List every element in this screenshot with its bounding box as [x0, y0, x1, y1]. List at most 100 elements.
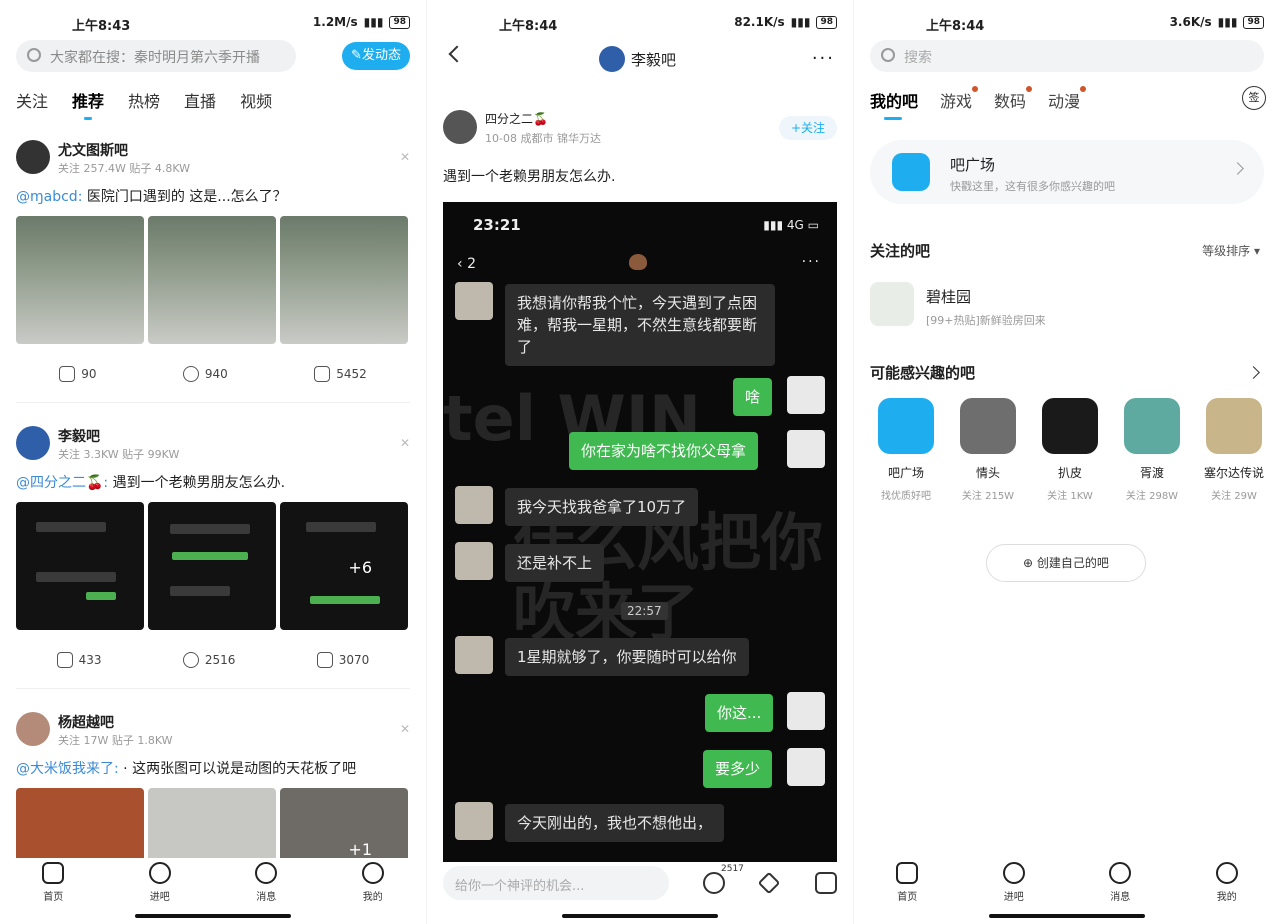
recommended-forum[interactable]: 情头 关注 215W: [952, 398, 1024, 502]
comment-button[interactable]: 2516: [182, 652, 235, 668]
tab-recommend[interactable]: 推荐: [72, 88, 104, 120]
tab-anime[interactable]: 动漫: [1048, 86, 1087, 112]
signal-icon: ▮▮▮: [790, 15, 811, 29]
tab-video[interactable]: 视频: [240, 88, 272, 112]
nav-home[interactable]: 首页: [877, 862, 937, 908]
post-image[interactable]: [16, 216, 144, 344]
nav-forums[interactable]: 进吧: [130, 862, 190, 908]
nav-me[interactable]: 我的: [343, 862, 403, 908]
mention[interactable]: @大米饭我来了:: [16, 761, 119, 777]
like-count: 3070: [338, 653, 370, 667]
post-image[interactable]: +1: [280, 788, 408, 858]
create-forum-button[interactable]: ⊕ 创建自己的吧: [986, 544, 1146, 582]
post-text[interactable]: 医院门口遇到的 这是...怎么了？: [82, 189, 287, 205]
forum-plaza-card[interactable]: 吧广场 快戳这里，这有很多你感兴趣的吧: [870, 140, 1264, 204]
post-image[interactable]: [148, 788, 276, 858]
chevron-right-icon[interactable]: [1247, 366, 1260, 379]
chat-message: 啥: [733, 378, 773, 416]
forums-screen: 上午8:44 3.6K/s ▮▮▮ 98 搜索 我的吧 游戏 数码 动漫 签 吧广场…: [854, 0, 1280, 924]
comment-button[interactable]: 940: [182, 366, 228, 382]
nav-me[interactable]: 我的: [1197, 862, 1257, 908]
close-icon[interactable]: ✕: [400, 150, 410, 164]
search-input[interactable]: 大家都在搜：秦时明月第六季开播: [16, 40, 296, 72]
chat-message: 我今天找我爸拿了10万了: [505, 488, 699, 526]
tab-follow[interactable]: 关注: [16, 88, 48, 112]
forum-meta: 关注 257.4W 贴子 4.8KW: [58, 162, 191, 175]
post-image[interactable]: +6: [280, 502, 408, 630]
back-icon[interactable]: [448, 45, 466, 63]
forum-avatar[interactable]: [16, 140, 50, 174]
post-text[interactable]: · 这两张图可以说是动图的天花板了吧: [119, 761, 356, 777]
tab-digital[interactable]: 数码: [994, 86, 1033, 112]
mention[interactable]: @ɱabcd:: [16, 189, 82, 205]
followed-forum-item[interactable]: 碧桂园 [99+热贴]新鲜验房回来: [870, 280, 1264, 330]
sign-in-button[interactable]: 签: [1242, 86, 1266, 110]
close-icon[interactable]: ✕: [400, 722, 410, 736]
mention[interactable]: @四分之二🍒:: [16, 475, 108, 491]
chat-timestamp: 22:57: [621, 602, 668, 620]
smile-icon: [1215, 862, 1238, 884]
forum-name: 情头: [975, 466, 1000, 480]
recommended-forum[interactable]: 胥渡 关注 298W: [1116, 398, 1188, 502]
post-image[interactable]: [148, 216, 276, 344]
post-image[interactable]: [280, 216, 408, 344]
repost-button[interactable]: 90: [59, 366, 96, 382]
forum-avatar[interactable]: [16, 712, 50, 746]
recommended-forum[interactable]: 扒皮 关注 1KW: [1034, 398, 1106, 502]
post-text[interactable]: 遇到一个老赖男朋友怎么办.: [108, 475, 285, 491]
shot-back-count: 2: [467, 256, 476, 272]
forum-name[interactable]: 杨超越吧: [58, 712, 114, 732]
post-image[interactable]: [16, 502, 144, 630]
nav-forums[interactable]: 进吧: [984, 862, 1044, 908]
comment-icon[interactable]: [703, 872, 725, 894]
repost-count: 433: [78, 653, 102, 667]
nav-messages[interactable]: 消息: [236, 862, 296, 908]
like-button[interactable]: 5452: [314, 366, 367, 382]
tab-live[interactable]: 直播: [184, 88, 216, 112]
like-button[interactable]: 3070: [316, 652, 370, 668]
forum-name[interactable]: 尤文图斯吧: [58, 140, 128, 160]
feed-card[interactable]: 尤文图斯吧 关注 257.4W 贴子 4.8KW ✕ @ɱabcd: 医院门口遇…: [16, 140, 410, 403]
tab-games[interactable]: 游戏: [940, 86, 979, 112]
comment-input[interactable]: 给你一个神评的机会...: [443, 866, 669, 900]
post-image[interactable]: [148, 502, 276, 630]
plaza-subtitle: 快戳这里，这有很多你感兴趣的吧: [950, 180, 1115, 193]
forum-title[interactable]: 李毅吧: [599, 46, 676, 72]
nav-messages-label: 消息: [256, 892, 277, 903]
recommended-forum[interactable]: 吧广场 找优质好吧: [870, 398, 942, 502]
net-speed: 82.1K/s: [734, 15, 785, 29]
feed-card[interactable]: 李毅吧 关注 3.3KW 贴子 99KW ✕ @四分之二🍒: 遇到一个老赖男朋友…: [16, 426, 410, 689]
post-image[interactable]: 23:21 ▮▮▮ 4G ▭ ‹ 2 ··· tel WIN 什么风把你 吹来了…: [443, 202, 837, 862]
status-bar: 上午8:44 3.6K/s ▮▮▮ 98: [854, 0, 1280, 44]
search-placeholder: 大家都在搜：秦时明月第六季开播: [50, 50, 260, 66]
forum-avatar[interactable]: [16, 426, 50, 460]
feed-card[interactable]: 杨超越吧 关注 17W 贴子 1.8KW ✕ @大米饭我来了: · 这两张图可以…: [16, 712, 410, 858]
status-bar: 上午8:43 1.2M/s ▮▮▮ 98: [0, 0, 426, 44]
forum-name[interactable]: 李毅吧: [58, 426, 100, 446]
post-image[interactable]: [16, 788, 144, 858]
author-avatar[interactable]: [443, 110, 477, 144]
forum-icon: [1206, 398, 1262, 454]
recommended-forum[interactable]: 塞尔达传说 关注 29W: [1198, 398, 1270, 502]
sort-dropdown[interactable]: 等级排序 ▾: [1202, 242, 1260, 259]
chat-message: 要多少: [703, 750, 773, 788]
nav-messages[interactable]: 消息: [1090, 862, 1150, 908]
follow-button[interactable]: +关注: [779, 116, 837, 140]
nav-me-label: 我的: [1216, 892, 1237, 903]
post-button[interactable]: ✎发动态: [342, 42, 410, 70]
tab-my-forums[interactable]: 我的吧: [870, 88, 918, 120]
search-input[interactable]: 搜索: [870, 40, 1264, 72]
forum-name: 吧广场: [887, 466, 924, 480]
star-icon[interactable]: [757, 871, 781, 895]
tab-hot[interactable]: 热榜: [128, 88, 160, 112]
repost-button[interactable]: 433: [56, 652, 102, 668]
forum-name: 碧桂园: [926, 288, 972, 306]
nav-home[interactable]: 首页: [23, 862, 83, 908]
close-icon[interactable]: ✕: [400, 436, 410, 450]
status-bar: 上午8:44 82.1K/s ▮▮▮ 98: [427, 0, 853, 44]
more-icon[interactable]: ···: [812, 48, 835, 69]
forum-sub: 关注 298W: [1125, 491, 1179, 502]
share-icon[interactable]: [815, 872, 837, 894]
author-name[interactable]: 四分之二🍒: [485, 110, 548, 127]
planet-icon: [148, 862, 171, 884]
